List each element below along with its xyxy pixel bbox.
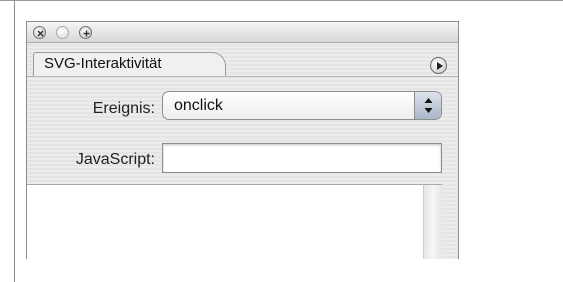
- top-rule: [0, 0, 563, 1]
- javascript-input[interactable]: [162, 143, 442, 173]
- close-icon[interactable]: [33, 26, 46, 39]
- svg-interactivity-panel: SVG-Interaktivität Ereignis: onclick Jav…: [26, 21, 459, 259]
- zoom-icon[interactable]: [79, 26, 92, 39]
- list-scrollbar[interactable]: [424, 184, 442, 259]
- tab-svg-interactivity[interactable]: SVG-Interaktivität: [33, 52, 226, 76]
- event-label: Ereignis:: [92, 100, 155, 117]
- play-triangle-icon: [437, 62, 443, 70]
- minimize-icon[interactable]: [56, 26, 69, 39]
- event-select-value: onclick: [174, 97, 223, 114]
- panel-menu-button[interactable]: [430, 57, 447, 74]
- left-rule: [14, 0, 15, 282]
- panel-titlebar[interactable]: [27, 22, 458, 43]
- tab-row: SVG-Interaktivität: [27, 43, 458, 76]
- panel-body-divider: [27, 76, 458, 77]
- up-down-arrows-icon[interactable]: [414, 92, 441, 119]
- tab-label: SVG-Interaktivität: [44, 55, 162, 72]
- event-list[interactable]: [27, 184, 424, 259]
- javascript-label: JavaScript:: [75, 151, 155, 168]
- event-select[interactable]: onclick: [162, 91, 442, 120]
